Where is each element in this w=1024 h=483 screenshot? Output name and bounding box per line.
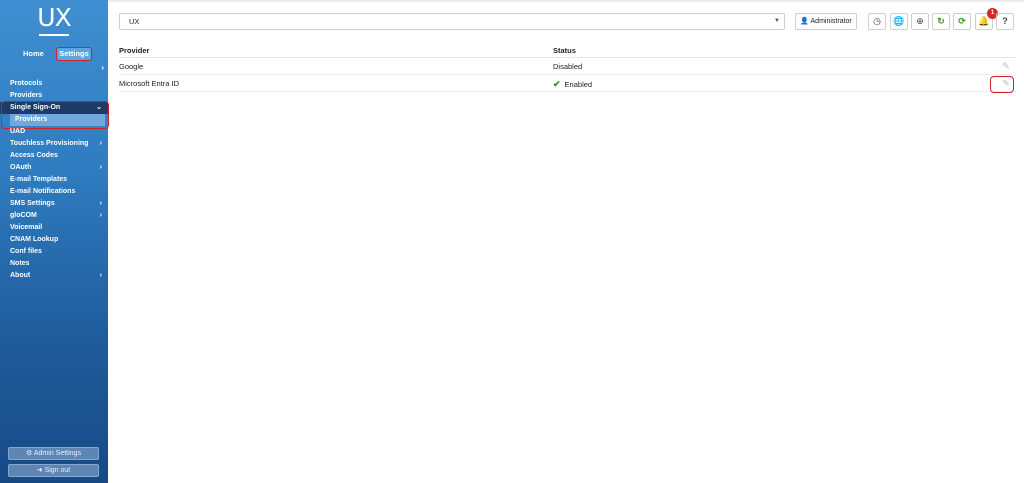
clock-icon: ◷ [873, 16, 881, 26]
sign-out-label: Sign out [44, 467, 71, 474]
sidebar-item-oauth[interactable]: OAuth › [0, 162, 108, 174]
sidebar-item-label: Protocols [10, 80, 43, 87]
clock-button[interactable]: ◷ [868, 13, 886, 30]
logo-text: UX [37, 3, 71, 32]
sign-out-button[interactable]: ➜ Sign out [8, 464, 99, 477]
chevron-right-icon: › [99, 212, 102, 219]
sidebar-item-access-codes[interactable]: Access Codes [0, 150, 108, 162]
sidebar-item-label: Providers [10, 92, 43, 99]
sync-button[interactable]: ⟳ [953, 13, 971, 30]
question-icon: ? [1002, 16, 1008, 26]
sidebar-item-glocom[interactable]: gloCOM › [0, 210, 108, 222]
table-row: Microsoft Entra ID ✔ Enabled ✎ [119, 75, 1016, 93]
provider-name: Google [119, 62, 144, 71]
sidebar-item-label: OAuth [10, 164, 32, 171]
sidebar-item-notes[interactable]: Notes [0, 258, 108, 270]
sidebar: UX Home Settings › Protocols Providers S… [0, 0, 109, 483]
user-icon: 👤 [800, 18, 811, 25]
chevron-right-icon: › [99, 164, 102, 171]
chevron-right-icon[interactable]: › [101, 63, 104, 72]
sidebar-subitem-providers[interactable]: Providers [10, 114, 105, 126]
logo-underline [39, 34, 69, 36]
sidebar-item-label: UAD [10, 128, 26, 135]
top-border [108, 0, 1024, 2]
edit-icon[interactable]: ✎ [990, 76, 1014, 93]
reload-button[interactable]: ↻ [932, 13, 950, 30]
sidebar-item-label: gloCOM [10, 212, 37, 219]
sidebar-item-providers[interactable]: Providers [0, 90, 108, 102]
provider-status: Enabled [564, 80, 593, 89]
sidebar-item-uad[interactable]: UAD [0, 126, 108, 138]
sidebar-item-label: Conf files [10, 248, 42, 255]
help-button[interactable]: ? [996, 13, 1014, 30]
globe-button[interactable]: 🌐 [890, 13, 908, 30]
sidebar-item-single-sign-on[interactable]: Single Sign-On ⌄ [0, 102, 108, 114]
table-row: Google Disabled ✎ [119, 58, 1016, 75]
column-status: Status [553, 46, 576, 55]
provider-name: Microsoft Entra ID [119, 79, 180, 88]
sidebar-item-label: Touchless Provisioning [10, 140, 89, 147]
logo[interactable]: UX [0, 3, 108, 36]
chevron-down-icon: ⌄ [96, 104, 102, 111]
sidebar-item-label: E-mail Notifications [10, 188, 76, 195]
sidebar-item-label: E-mail Templates [10, 176, 68, 183]
sidebar-item-protocols[interactable]: Protocols [0, 78, 108, 90]
nav-home[interactable]: Home [23, 49, 44, 58]
nav-settings[interactable]: Settings [56, 47, 92, 61]
sidebar-item-label: Access Codes [10, 152, 58, 159]
top-nav: Home Settings [0, 47, 108, 61]
tenant-select[interactable]: UX ▼ [119, 13, 785, 30]
sidebar-item-label: Voicemail [10, 224, 43, 231]
column-provider: Provider [119, 46, 150, 55]
sidebar-item-about[interactable]: About › [0, 270, 108, 282]
provider-status: Disabled [553, 62, 583, 71]
sidebar-item-label: About [10, 272, 31, 279]
globe-icon: 🌐 [893, 16, 905, 26]
chevron-right-icon: › [99, 140, 102, 147]
sidebar-item-label: Notes [10, 260, 30, 267]
tenant-select-value: UX [129, 17, 140, 26]
sidebar-item-touchless-provisioning[interactable]: Touchless Provisioning › [0, 138, 108, 150]
sidebar-menu: Protocols Providers Single Sign-On ⌄ Prov… [0, 78, 109, 282]
sidebar-item-email-templates[interactable]: E-mail Templates [0, 174, 108, 186]
sign-out-icon: ➜ [36, 467, 45, 474]
sidebar-item-conf-files[interactable]: Conf files [0, 246, 108, 258]
user-menu-label: Administrator [810, 18, 852, 25]
sidebar-item-label: SMS Settings [10, 200, 55, 207]
edit-icon[interactable]: ✎ [1000, 60, 1012, 72]
sidebar-item-sms-settings[interactable]: SMS Settings › [0, 198, 108, 210]
admin-settings-button[interactable]: ⚙ Admin Settings [8, 447, 99, 460]
network-globe-icon: ⊕ [916, 16, 924, 26]
chevron-right-icon: › [99, 200, 102, 207]
caret-down-icon: ▼ [774, 18, 780, 24]
admin-settings-label: Admin Settings [33, 450, 81, 457]
sidebar-item-label: Single Sign-On [10, 104, 61, 111]
providers-table: Provider Status Google Disabled ✎ Micros… [119, 42, 1016, 93]
gears-icon: ⚙ [26, 450, 34, 457]
sidebar-item-label: CNAM Lookup [10, 236, 59, 243]
table-header: Provider Status [119, 42, 1016, 58]
check-icon: ✔ [553, 79, 561, 89]
sidebar-item-cnam-lookup[interactable]: CNAM Lookup [0, 234, 108, 246]
sidebar-item-voicemail[interactable]: Voicemail [0, 222, 108, 234]
network-globe-button[interactable]: ⊕ [911, 13, 929, 30]
sidebar-item-email-notifications[interactable]: E-mail Notifications [0, 186, 108, 198]
chevron-right-icon: › [99, 272, 102, 279]
reload-icon: ↻ [937, 16, 945, 26]
sso-group: Single Sign-On ⌄ Providers [0, 101, 109, 129]
highlight-outline [990, 76, 1014, 93]
user-menu-button[interactable]: 👤 Administrator [795, 13, 857, 30]
sync-icon: ⟳ [958, 16, 966, 26]
provider-status-cell: ✔ Enabled [553, 79, 592, 90]
